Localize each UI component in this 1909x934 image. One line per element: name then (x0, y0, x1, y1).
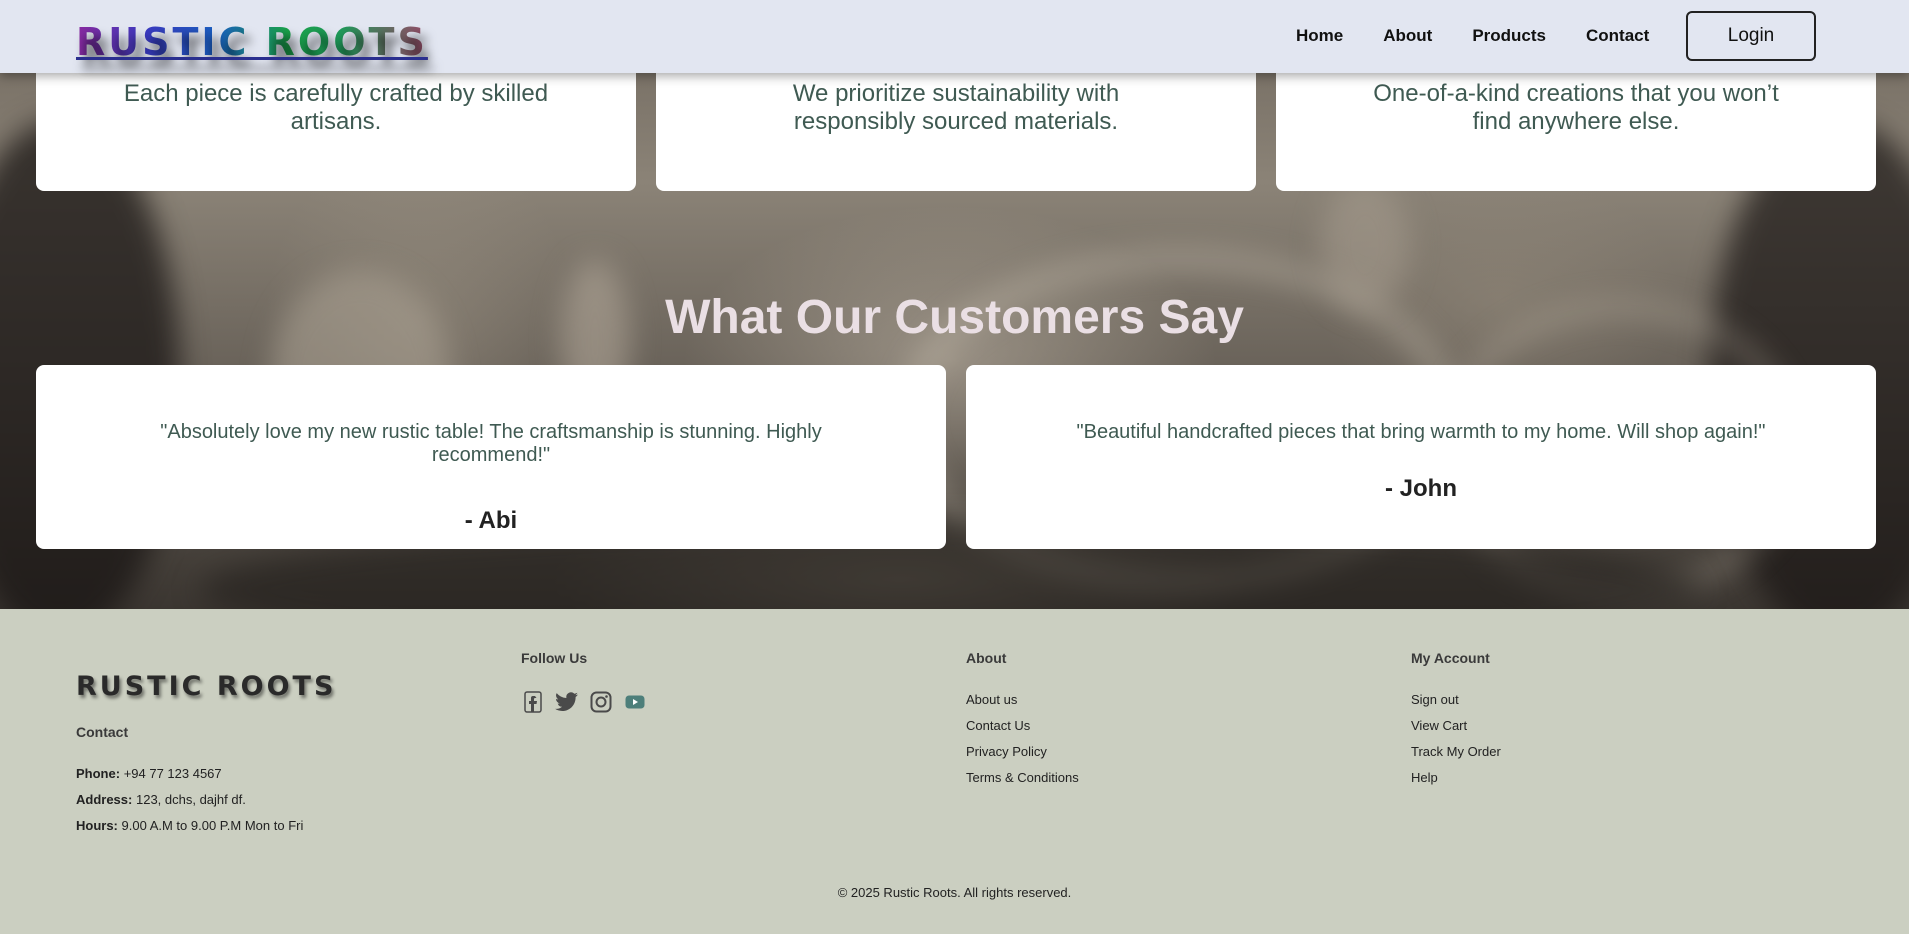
contact-address: Address: 123, dchs, dajhf df. (76, 792, 246, 807)
footer-link-privacy-policy[interactable]: Privacy Policy (966, 744, 1047, 759)
hours-value: 9.00 A.M to 9.00 P.M Mon to Fri (121, 818, 304, 833)
site-footer: RUSTIC ROOTS Contact Phone: +94 77 123 4… (0, 609, 1909, 934)
footer-link-contact-us[interactable]: Contact Us (966, 718, 1030, 733)
footer-link-about-us[interactable]: About us (966, 692, 1017, 707)
address-value: 123, dchs, dajhf df. (135, 792, 246, 807)
feature-text: We prioritize sustainability with respon… (792, 80, 1120, 135)
phone-value: +94 77 123 4567 (123, 766, 222, 781)
nav-about[interactable]: About (1383, 26, 1432, 46)
instagram-icon[interactable] (589, 690, 613, 714)
address-label: Address: (76, 792, 133, 807)
hero-background-image: Each piece is carefully crafted by skill… (0, 0, 1909, 609)
twitter-icon[interactable] (555, 690, 579, 714)
nav-home[interactable]: Home (1296, 26, 1343, 46)
follow-heading: Follow Us (521, 650, 588, 666)
login-button[interactable]: Login (1686, 11, 1816, 61)
account-heading: My Account (1411, 650, 1490, 666)
copyright-text: © 2025 Rustic Roots. All rights reserved… (837, 885, 1072, 900)
site-header: RUSTIC ROOTS Home About Products Contact… (0, 0, 1909, 73)
testimonial-quote: "Absolutely love my new rustic table! Th… (160, 421, 822, 466)
facebook-icon[interactable] (521, 690, 545, 714)
feature-text: Each piece is carefully crafted by skill… (123, 80, 549, 135)
testimonials-title: What Our Customers Say (665, 291, 1244, 344)
hours-label: Hours: (76, 818, 118, 833)
youtube-icon[interactable] (623, 690, 647, 714)
footer-link-help[interactable]: Help (1411, 770, 1438, 785)
main-nav: Home About Products Contact (1296, 26, 1689, 46)
nav-contact[interactable]: Contact (1586, 26, 1649, 46)
phone-label: Phone: (76, 766, 121, 781)
footer-link-view-cart[interactable]: View Cart (1411, 718, 1467, 733)
testimonial-card: "Beautiful handcrafted pieces that bring… (966, 365, 1876, 549)
footer-link-track-order[interactable]: Track My Order (1411, 744, 1501, 759)
feature-text: One-of-a-kind creations that you won’t f… (1373, 80, 1779, 135)
footer-link-terms[interactable]: Terms & Conditions (966, 770, 1079, 785)
contact-heading: Contact (76, 724, 129, 740)
testimonial-quote: "Beautiful handcrafted pieces that bring… (1076, 421, 1766, 443)
social-links (521, 690, 647, 714)
footer-link-sign-out[interactable]: Sign out (1411, 692, 1459, 707)
footer-logo: RUSTIC ROOTS (76, 671, 337, 702)
testimonial-author: - John (1385, 475, 1457, 502)
site-logo[interactable]: RUSTIC ROOTS (76, 20, 428, 64)
testimonial-author: - Abi (464, 507, 518, 534)
about-heading: About (966, 650, 1007, 666)
contact-hours: Hours: 9.00 A.M to 9.00 P.M Mon to Fri (76, 818, 303, 833)
testimonial-card: "Absolutely love my new rustic table! Th… (36, 365, 946, 549)
nav-products[interactable]: Products (1472, 26, 1546, 46)
contact-phone: Phone: +94 77 123 4567 (76, 766, 222, 781)
